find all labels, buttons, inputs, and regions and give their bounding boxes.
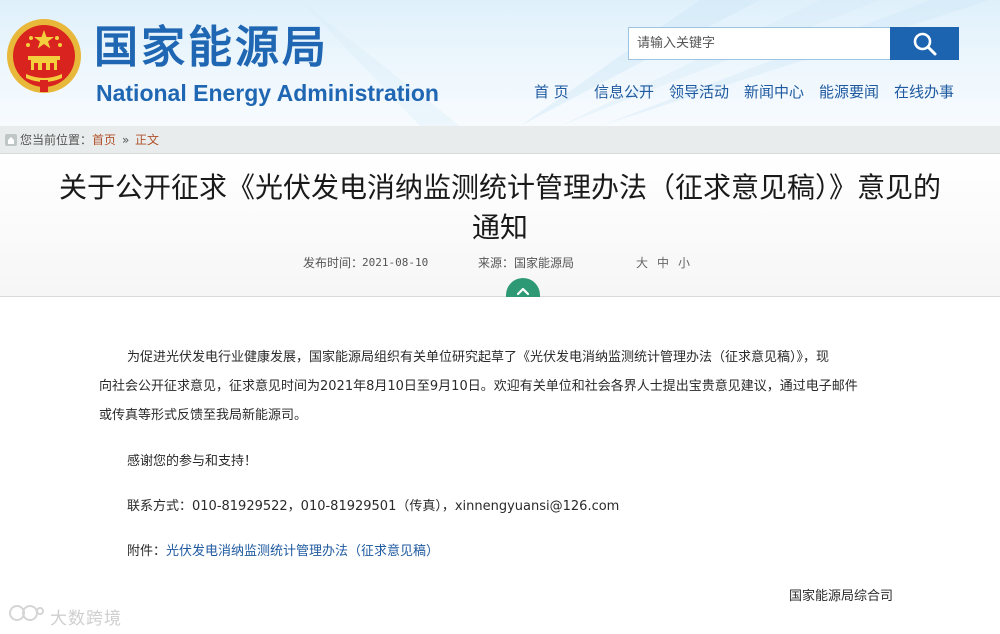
article-title-line-1: 关于公开征求《光伏发电消纳监测统计管理办法（征求意见稿）》意见的 bbox=[58, 171, 941, 204]
paragraph-1-line-1: 为促进光伏发电行业健康发展，国家能源局组织有关单位研究起草了《光伏发电消纳监测统… bbox=[127, 350, 830, 365]
publish-date: 2021-08-10 bbox=[362, 256, 429, 269]
nav-energy-news[interactable]: 能源要闻 bbox=[819, 80, 879, 104]
attachment-link[interactable]: 光伏发电消纳监测统计管理办法（征求意见稿） bbox=[166, 544, 439, 559]
paragraph-1-line-3: 或传真等形式反馈至我局新能源司。 bbox=[99, 408, 308, 423]
breadcrumb-separator: » bbox=[122, 133, 130, 147]
font-size-medium-button[interactable]: 中 bbox=[657, 254, 669, 272]
nav-home[interactable]: 首 页 bbox=[534, 80, 569, 104]
article-title-line-2: 通知 bbox=[471, 211, 528, 244]
page: 国家能源局 National Energy Administration 首 页… bbox=[0, 0, 1000, 634]
site-logo-chinese[interactable]: 国家能源局 bbox=[94, 22, 329, 74]
paragraph-1-line-2: 向社会公开征求意见，征求意见时间为2021年8月10日至9月10日。欢迎有关单位… bbox=[99, 379, 858, 394]
watermark-text: 大数跨境 bbox=[50, 609, 122, 629]
watermark-logo-icon bbox=[9, 605, 44, 621]
contact-info: 联系方式：010-81929522，010-81929501（传真），xinne… bbox=[127, 499, 620, 514]
attachment-label: 附件： bbox=[127, 544, 167, 559]
breadcrumb: 您当前位置： 首页 » 正文 bbox=[0, 126, 1000, 154]
nav-news-center[interactable]: 新闻中心 bbox=[744, 80, 804, 104]
nav-information-disclosure[interactable]: 信息公开 bbox=[594, 80, 654, 104]
nav-online-services[interactable]: 在线办事 bbox=[894, 80, 954, 104]
attachment-row: 附件：光伏发电消纳监测统计管理办法（征求意见稿） bbox=[127, 542, 439, 562]
source-label: 来源： bbox=[478, 256, 515, 270]
search-input[interactable] bbox=[629, 28, 890, 59]
breadcrumb-label: 您当前位置： bbox=[20, 133, 93, 147]
signature: 国家能源局综合司 bbox=[789, 589, 894, 604]
breadcrumb-home[interactable]: 首页 bbox=[92, 126, 116, 154]
breadcrumb-current[interactable]: 正文 bbox=[135, 126, 159, 154]
location-icon bbox=[5, 134, 17, 146]
search-button[interactable] bbox=[890, 27, 959, 60]
chevron-up-icon bbox=[516, 287, 530, 296]
source-value: 国家能源局 bbox=[514, 256, 575, 270]
font-size-small-button[interactable]: 小 bbox=[678, 254, 690, 272]
site-header: 国家能源局 National Energy Administration 首 页… bbox=[0, 0, 1000, 126]
publish-date-label: 发布时间： bbox=[303, 256, 364, 270]
search-icon bbox=[913, 32, 936, 55]
search-field bbox=[628, 27, 890, 60]
font-size-large-button[interactable]: 大 bbox=[636, 254, 648, 272]
nav-leadership-activities[interactable]: 领导活动 bbox=[669, 80, 729, 104]
thanks-text: 感谢您的参与和支持！ bbox=[127, 454, 258, 469]
main-navigation: 首 页 信息公开 领导活动 新闻中心 能源要闻 在线办事 bbox=[0, 80, 1000, 104]
